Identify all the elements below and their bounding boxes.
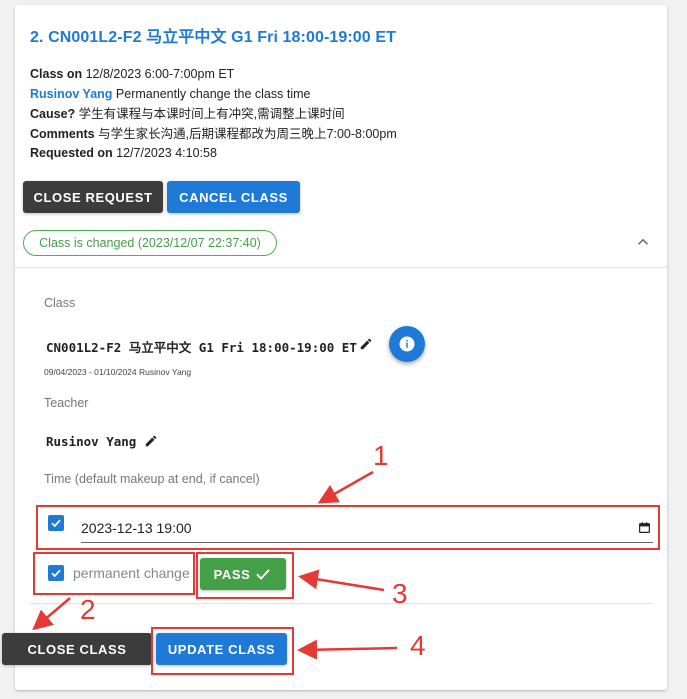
requester-name[interactable]: Rusinov Yang <box>30 87 112 101</box>
time-label: Time (default makeup at end, if cancel) <box>44 472 260 486</box>
requester-action: Permanently change the class time <box>115 87 311 101</box>
annotation-box-3 <box>196 552 294 599</box>
close-request-button[interactable]: CLOSE REQUEST <box>23 181 163 213</box>
class-on-row: Class on 12/8/2023 6:00-7:00pm ET <box>30 64 234 84</box>
annotation-box-2 <box>33 552 195 595</box>
footer-divider <box>30 603 652 604</box>
cause-label: Cause? <box>30 107 76 121</box>
requested-on-label: Requested on <box>30 146 113 160</box>
requester-row: Rusinov Yang Permanently change the clas… <box>30 84 310 104</box>
pencil-icon[interactable] <box>359 337 373 351</box>
class-on-label: Class on <box>30 67 83 81</box>
close-class-button[interactable]: CLOSE CLASS <box>2 633 152 665</box>
teacher-value: Rusinov Yang <box>46 434 137 449</box>
annotation-number-4: 4 <box>410 630 426 661</box>
pencil-icon[interactable] <box>144 434 158 448</box>
annotation-box-1 <box>36 505 660 550</box>
class-value: CN001L2-F2 马立平中文 G1 Fri 18:00-19:00 ET <box>46 340 357 355</box>
info-button[interactable] <box>389 326 425 362</box>
cancel-class-button[interactable]: CANCEL CLASS <box>167 181 300 213</box>
comments-value: 与学生家长沟通,后期课程都改为周三晚上7:00-8:00pm <box>98 127 397 141</box>
chevron-up-icon[interactable] <box>634 233 652 251</box>
requested-on-value: 12/7/2023 4:10:58 <box>116 146 217 160</box>
status-badge: Class is changed (2023/12/07 22:37:40) <box>23 230 277 256</box>
requested-on-row: Requested on 12/7/2023 4:10:58 <box>30 143 217 163</box>
section-divider <box>15 267 667 268</box>
comments-label: Comments <box>30 127 95 141</box>
cause-row: Cause? 学生有课程与本课时间上有冲突,需调整上课时间 <box>30 104 345 124</box>
teacher-label: Teacher <box>44 396 89 410</box>
info-icon <box>399 336 415 352</box>
class-label: Class <box>44 296 76 310</box>
annotation-number-3: 3 <box>392 578 408 609</box>
request-title: 2. CN001L2-F2 马立平中文 G1 Fri 18:00-19:00 E… <box>30 29 396 46</box>
cause-value: 学生有课程与本课时间上有冲突,需调整上课时间 <box>78 107 345 121</box>
annotation-box-4 <box>151 627 294 675</box>
annotation-number-1: 1 <box>373 440 389 471</box>
annotation-number-2: 2 <box>80 594 96 625</box>
comments-row: Comments 与学生家长沟通,后期课程都改为周三晚上7:00-8:00pm <box>30 124 397 144</box>
class-on-value: 12/8/2023 6:00-7:00pm ET <box>85 67 235 81</box>
class-date-range: 09/04/2023 - 01/10/2024 Rusinov Yang <box>44 367 192 377</box>
